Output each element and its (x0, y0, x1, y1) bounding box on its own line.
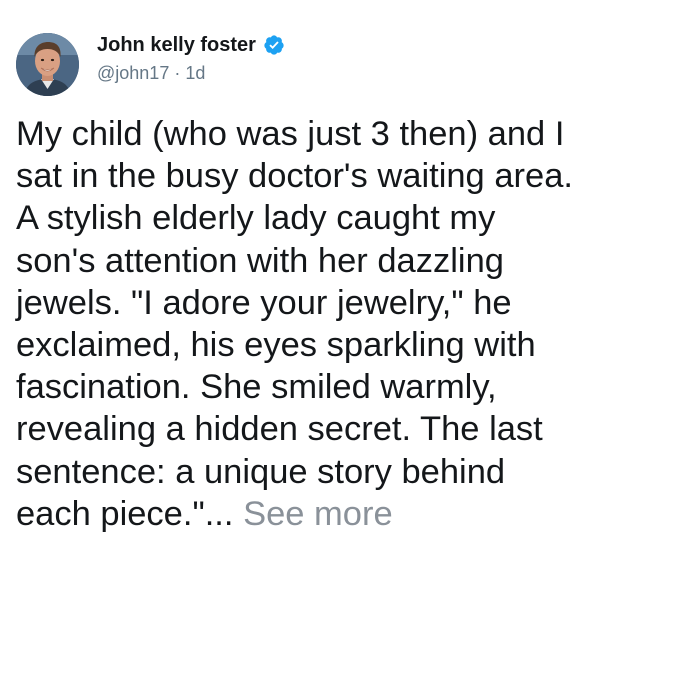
tweet-last-line: each piece."... See more (16, 493, 686, 535)
tweet-line: jewels. "I adore your jewelry," he (16, 283, 512, 322)
tweet-body: My child (who was just 3 then) and I sat… (16, 113, 686, 535)
tweet-line: sentence: a unique story behind (16, 452, 506, 491)
tweet-timestamp[interactable]: 1d (185, 63, 205, 83)
author-handle[interactable]: @john17 (97, 63, 169, 83)
tweet-line: son's attention with her dazzling (16, 241, 504, 280)
author-name-row: John kelly foster (97, 33, 285, 57)
profile-photo-icon (16, 33, 79, 96)
verified-badge-icon (263, 34, 285, 56)
tweet-line: A stylish elderly lady caught my (16, 199, 496, 238)
author-meta-row: @john17 · 1d (97, 62, 205, 84)
tweet-line: revealing a hidden secret. The last (16, 410, 543, 449)
tweet-card: John kelly foster @john17 · 1d My child (w… (0, 0, 700, 700)
tweet-line: each piece."... (16, 494, 234, 533)
tweet-line: My child (who was just 3 then) and I (16, 115, 565, 153)
avatar[interactable] (16, 33, 79, 96)
tweet-line: exclaimed, his eyes sparkling with (16, 326, 536, 365)
tweet-line: fascination. She smiled warmly, (16, 368, 497, 407)
tweet-line: sat in the busy doctor's waiting area. (16, 157, 573, 196)
meta-separator: · (174, 63, 181, 83)
author-display-name[interactable]: John kelly foster (97, 33, 256, 57)
see-more-link[interactable]: See more (243, 495, 393, 533)
